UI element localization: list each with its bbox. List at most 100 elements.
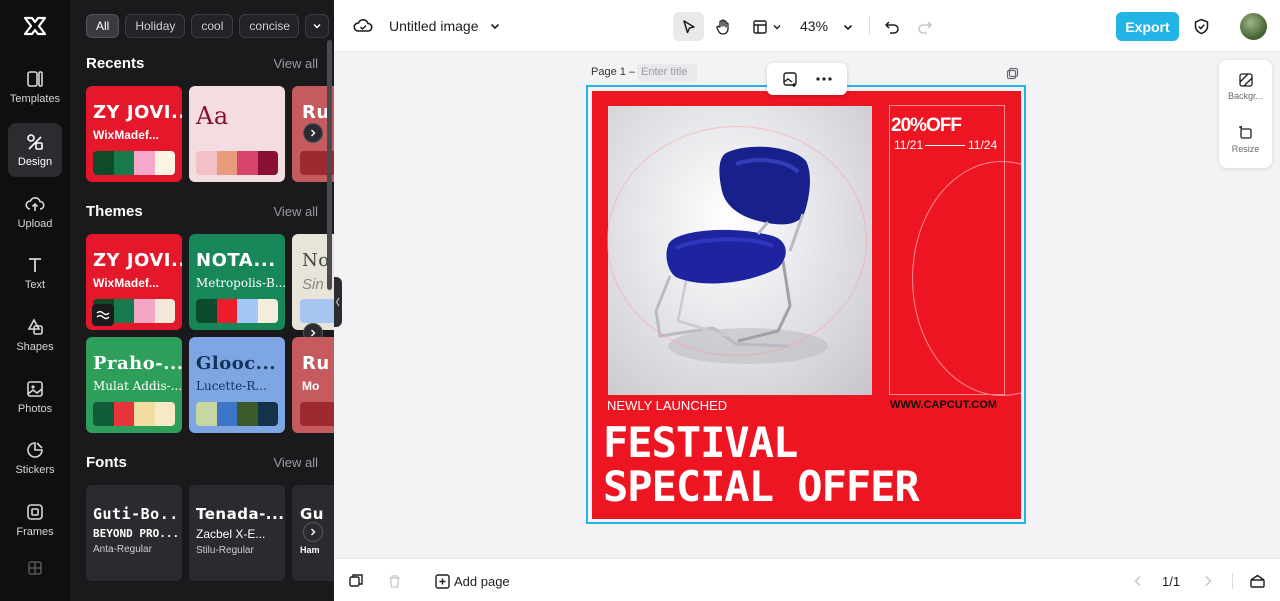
rail-item-stickers[interactable]: Stickers	[8, 431, 62, 485]
font-card-1[interactable]: Guti-Bo... BEYOND PRO... Anta-Regular	[86, 485, 182, 581]
poster-canvas[interactable]: 20%OFF 11/21 11/24 NEWLY LAUNCHED WWW.CA…	[592, 91, 1021, 519]
page-counter: 1/1	[1162, 573, 1181, 589]
document-title[interactable]: Untitled image	[389, 16, 479, 36]
chevron-right-icon	[1205, 575, 1212, 587]
card-title: Praho-...	[93, 353, 182, 374]
card-subtitle: Mo	[302, 379, 320, 393]
pages-icon	[1249, 574, 1265, 588]
card-subtitle: BEYOND PRO...	[93, 527, 180, 540]
chip-all[interactable]: All	[86, 14, 120, 38]
zoom-dropdown-button[interactable]	[840, 12, 856, 41]
side-tool-label: Backgr...	[1227, 91, 1263, 101]
zoom-level[interactable]: 43%	[800, 16, 828, 36]
chevron-down-icon	[843, 24, 853, 30]
themes-view-all-link[interactable]: View all	[273, 204, 318, 219]
theme-card-6[interactable]: Ru Mo	[292, 337, 334, 433]
title-dropdown-button[interactable]	[486, 16, 504, 36]
cloud-save-icon[interactable]	[352, 15, 374, 37]
stickers-icon	[27, 442, 43, 458]
rail-item-text[interactable]: Text	[8, 246, 62, 300]
card-title: No	[302, 250, 330, 271]
chip-cool[interactable]: cool	[191, 14, 234, 38]
delete-page-button[interactable]	[384, 571, 404, 591]
rail-item-photos[interactable]: Photos	[8, 370, 62, 424]
rail-item-frames[interactable]: Frames	[8, 493, 62, 547]
replace-image-button[interactable]	[779, 69, 801, 89]
capcut-logo-icon[interactable]	[22, 13, 48, 39]
design-icon	[27, 134, 43, 150]
bottom-bar: Add page 1/1	[334, 558, 1280, 601]
background-tool[interactable]: Backgr...	[1219, 72, 1272, 101]
card-title: Tenada-...	[196, 505, 285, 523]
shield-button[interactable]	[1190, 14, 1212, 38]
fonts-title: Fonts	[86, 454, 127, 471]
next-page-button[interactable]	[1200, 571, 1216, 591]
recents-view-all-link[interactable]: View all	[273, 56, 318, 71]
card-subtitle: WixMadef...	[93, 128, 159, 142]
layout-dropdown-button[interactable]	[770, 12, 784, 41]
chips-dropdown-button[interactable]	[305, 14, 330, 38]
card-title: Glooc...	[196, 353, 276, 374]
rail-item-design[interactable]: Design	[8, 123, 62, 177]
hand-tool-button[interactable]	[710, 12, 736, 41]
toolbar-divider	[869, 17, 870, 35]
undo-button[interactable]	[881, 12, 903, 41]
theme-card-4[interactable]: Praho-... Mulat Addis-...	[86, 337, 182, 433]
card-subtitle: Metropolis-B...	[196, 276, 285, 290]
export-button[interactable]: Export	[1116, 12, 1179, 41]
color-palette	[93, 151, 175, 175]
layout-button[interactable]	[750, 12, 770, 41]
tagline-text[interactable]: NEWLY LAUNCHED	[607, 398, 727, 413]
recents-next-button[interactable]	[303, 123, 323, 143]
card-caption: Ham	[300, 545, 320, 555]
rail-label: Stickers	[15, 464, 55, 476]
duplicate-page-button[interactable]	[1004, 66, 1020, 80]
start-date[interactable]: 11/21	[894, 138, 923, 152]
recent-card-1[interactable]: ZY JOVI... WixMadef...	[86, 86, 182, 182]
rail-item-upload[interactable]: Upload	[8, 185, 62, 239]
select-tool-button[interactable]	[673, 12, 704, 41]
card-title: Ru	[302, 102, 330, 123]
resize-tool[interactable]: Resize	[1219, 125, 1272, 154]
rail-label: Upload	[17, 218, 53, 230]
redo-button[interactable]	[914, 12, 936, 41]
side-tool-label: Resize	[1231, 144, 1260, 154]
add-page-icon-button[interactable]	[432, 571, 452, 591]
wave-icon	[96, 310, 110, 320]
recents-title: Recents	[86, 55, 145, 72]
discount-text[interactable]: 20%OFF	[891, 115, 962, 137]
card-title: ZY JOVI...	[93, 102, 182, 123]
pages-panel-button[interactable]	[1246, 571, 1268, 591]
panel-scrollbar[interactable]	[327, 40, 332, 290]
website-text[interactable]: WWW.CAPCUT.COM	[890, 399, 997, 411]
rail-item-shapes[interactable]: Shapes	[8, 308, 62, 362]
rail-item-templates[interactable]: Templates	[8, 60, 62, 114]
card-title: Gu	[300, 505, 324, 523]
image-replace-icon	[782, 71, 797, 87]
fonts-view-all-link[interactable]: View all	[273, 455, 318, 470]
copy-page-button[interactable]	[346, 571, 366, 591]
recent-card-2[interactable]: Aa	[189, 86, 285, 182]
text-icon	[29, 258, 41, 272]
collapse-panel-handle[interactable]	[334, 277, 342, 327]
theme-card-1[interactable]: ZY JOVI... WixMadef...	[86, 234, 182, 330]
rail-label: Text	[24, 279, 46, 291]
theme-card-2[interactable]: NOTA... Metropolis-B...	[189, 234, 285, 330]
add-page-icon	[434, 573, 450, 589]
fonts-next-button[interactable]	[303, 522, 323, 542]
theme-card-5[interactable]: Glooc... Lucette-R...	[189, 337, 285, 433]
page-title-input[interactable]: Enter title	[637, 64, 697, 81]
rail-item-more[interactable]	[8, 555, 62, 585]
color-palette	[300, 299, 334, 323]
user-avatar[interactable]	[1240, 13, 1267, 40]
font-card-2[interactable]: Tenada-... Zacbel X-E... Stilu-Regular	[189, 485, 285, 581]
chip-concise[interactable]: concise	[239, 14, 300, 38]
more-options-button[interactable]	[813, 69, 835, 89]
chip-holiday[interactable]: Holiday	[125, 14, 186, 38]
end-date[interactable]: 11/24	[968, 138, 997, 152]
add-page-button[interactable]: Add page	[454, 571, 510, 591]
prev-page-button[interactable]	[1130, 571, 1146, 591]
headline-line-2[interactable]: SPECIAL OFFER	[603, 465, 920, 509]
headline-line-1[interactable]: FESTIVAL	[603, 421, 798, 465]
frames-icon	[27, 504, 43, 520]
